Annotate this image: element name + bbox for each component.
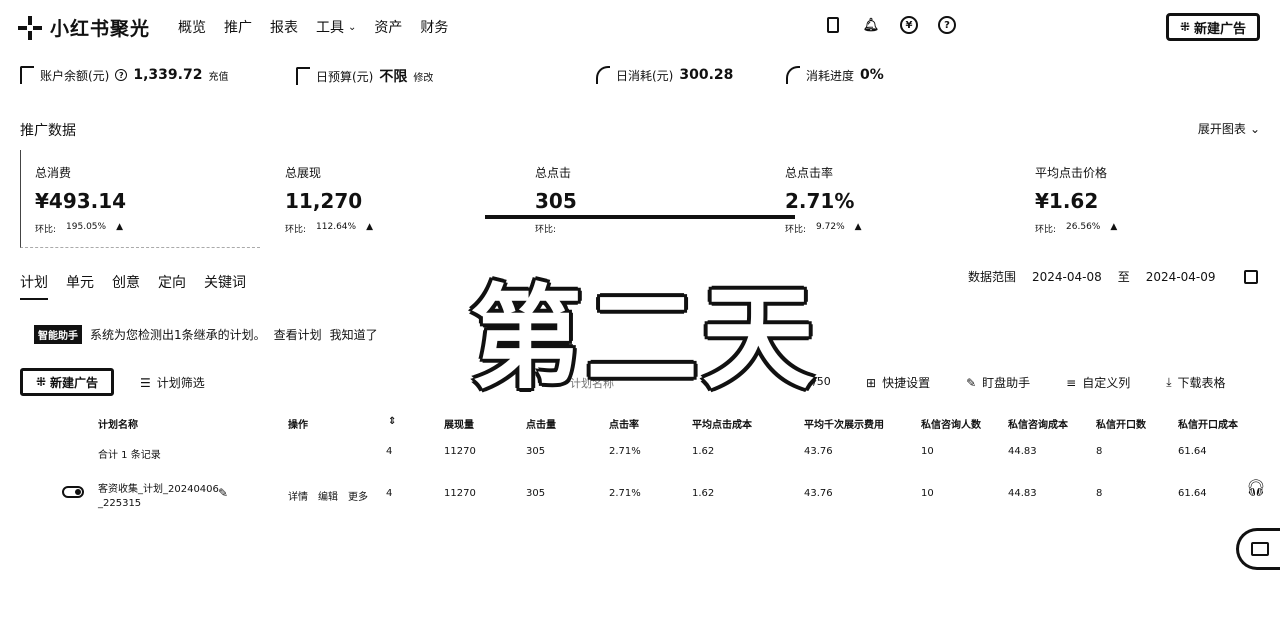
nav-item-overview[interactable]: 概览 bbox=[178, 17, 206, 37]
chevron-down-icon: ⌄ bbox=[1249, 121, 1260, 136]
metric-card-spend[interactable]: 总消费 ¥493.14 环比: 195.05% ▲ bbox=[20, 150, 260, 248]
date-end[interactable]: 2024-04-09 bbox=[1146, 270, 1216, 284]
metric-card-cpc[interactable]: 平均点击价格 ¥1.62 环比: 26.56% ▲ bbox=[1021, 150, 1261, 248]
detail-link[interactable]: 详情 bbox=[288, 488, 308, 503]
grid-icon: ⁜ bbox=[35, 375, 47, 389]
custom-columns-button[interactable]: ≡ 自定义列 bbox=[1066, 374, 1130, 391]
nav-item-tools[interactable]: 工具 ⌄ bbox=[316, 17, 356, 37]
headset-icon[interactable]: 🎧︎ bbox=[1246, 478, 1266, 497]
up-arrow-icon: ▲ bbox=[1110, 222, 1118, 232]
metric-card-impressions[interactable]: 总展现 11,270 环比: 112.64% ▲ bbox=[271, 150, 511, 248]
plan-filter[interactable]: ☰ 计划筛选 bbox=[140, 374, 205, 391]
up-arrow-icon: ▲ bbox=[854, 222, 862, 232]
modify-budget-link[interactable]: 修改 bbox=[413, 69, 433, 84]
tab-creative[interactable]: 创意 bbox=[112, 272, 140, 300]
plan-name[interactable]: 客资收集_计划_20240406 bbox=[98, 480, 219, 495]
budget-value: 不限 bbox=[379, 69, 408, 85]
arc-icon bbox=[786, 66, 800, 84]
assistant-tag: 智能助手 bbox=[34, 325, 82, 344]
col-ctr[interactable]: 点击率 bbox=[609, 416, 639, 431]
col-dm-open-cost[interactable]: 私信开口成本 bbox=[1178, 416, 1238, 431]
top-icon-group: 🔔︎ ¥ ? bbox=[824, 16, 956, 34]
metric-underline bbox=[485, 215, 795, 219]
table-row: 客资收集_计划_20240406 _225315 ✎ 详情 编辑 更多 4 11… bbox=[0, 480, 1280, 510]
edit-link[interactable]: 编辑 bbox=[318, 488, 338, 503]
chevron-down-icon: ⌄ bbox=[348, 21, 357, 33]
app-logo[interactable]: 小红书聚光 bbox=[18, 14, 150, 41]
help-icon[interactable]: ? bbox=[115, 69, 128, 81]
budget-stat: 日预算(元) 不限 修改 bbox=[296, 66, 433, 86]
section-title: 推广数据 bbox=[20, 123, 76, 139]
metric-card-clicks[interactable]: 总点击 305 环比: bbox=[521, 150, 761, 248]
dismiss-link[interactable]: 我知道了 bbox=[330, 326, 378, 343]
level-tabs: 计划 单元 创意 定向 关键词 bbox=[20, 272, 246, 300]
daily-spend-value: 300.28 bbox=[679, 67, 734, 83]
yen-icon[interactable]: ¥ bbox=[900, 16, 918, 34]
bell-icon[interactable]: 🔔︎ bbox=[862, 16, 880, 34]
edit-icon: ✎ bbox=[966, 375, 977, 390]
filter-icon: ☰ bbox=[140, 375, 151, 390]
new-ad-button-secondary[interactable]: ⁜ 新建广告 bbox=[20, 368, 114, 396]
col-dm-cost[interactable]: 私信咨询成本 bbox=[1008, 416, 1068, 431]
date-range[interactable]: 数据范围 2024-04-08 至 2024-04-09 bbox=[968, 268, 1258, 285]
up-arrow-icon: ▲ bbox=[366, 222, 374, 232]
logo-mark-icon bbox=[18, 15, 42, 40]
tab-plan[interactable]: 计划 bbox=[20, 272, 48, 300]
col-actions: 操作 bbox=[288, 420, 308, 431]
message-icon[interactable] bbox=[1236, 528, 1280, 570]
smart-notice: 智能助手 系统为您检测出1条继承的计划。 查看计划 我知道了 bbox=[34, 325, 378, 344]
grid-icon: ⊞ bbox=[866, 375, 877, 390]
nav-item-finance[interactable]: 财务 bbox=[420, 17, 448, 37]
metric-card-ctr[interactable]: 总点击率 2.71% 环比: 9.72% ▲ bbox=[771, 150, 1011, 248]
new-ad-button[interactable]: ⁜ 新建广告 bbox=[1166, 13, 1260, 41]
progress-value: 0% bbox=[860, 67, 884, 83]
grid-icon: ⁜ bbox=[1179, 20, 1191, 34]
sort-icon[interactable]: ⇕ bbox=[388, 416, 396, 427]
progress-stat: 消耗进度 0% bbox=[786, 66, 884, 84]
tab-keyword[interactable]: 关键词 bbox=[204, 272, 246, 300]
view-plan-link[interactable]: 查看计划 bbox=[274, 326, 322, 343]
col-dm-opens[interactable]: 私信开口数 bbox=[1096, 416, 1146, 431]
date-start[interactable]: 2024-04-08 bbox=[1032, 270, 1102, 284]
expand-chart-toggle[interactable]: 展开图表 ⌄ bbox=[1198, 120, 1260, 137]
list-icon: ≡ bbox=[1066, 375, 1077, 390]
nav-item-assets[interactable]: 资产 bbox=[374, 17, 402, 37]
recharge-link[interactable]: 充值 bbox=[208, 68, 228, 83]
overlay-watermark: 第二天 bbox=[470, 274, 818, 404]
edit-name-icon[interactable]: ✎ bbox=[218, 486, 228, 500]
app-name: 小红书聚光 bbox=[50, 18, 151, 40]
col-name[interactable]: 计划名称 bbox=[98, 416, 138, 431]
col-cpc[interactable]: 平均点击成本 bbox=[692, 416, 752, 431]
help-icon[interactable]: ? bbox=[938, 16, 956, 34]
download-table-button[interactable]: ⤓ 下载表格 bbox=[1166, 374, 1225, 391]
arc-icon bbox=[596, 66, 610, 84]
corner-icon bbox=[296, 67, 310, 85]
table-row-total: 合计 1 条记录 4 11270 305 2.71% 1.62 43.76 10… bbox=[98, 446, 1207, 461]
tab-targeting[interactable]: 定向 bbox=[158, 272, 186, 300]
nav-item-promotion[interactable]: 推广 bbox=[224, 17, 252, 37]
col-dm-users[interactable]: 私信咨询人数 bbox=[921, 416, 981, 431]
balance-value: 1,339.72 bbox=[133, 67, 203, 83]
col-impressions[interactable]: 展现量 bbox=[444, 416, 474, 431]
table-tools: ⊞ 快捷设置 ✎ 盯盘助手 ≡ 自定义列 ⤓ 下载表格 bbox=[866, 374, 1226, 391]
nav-item-reports[interactable]: 报表 bbox=[270, 17, 298, 37]
monitor-assistant-button[interactable]: ✎ 盯盘助手 bbox=[966, 374, 1030, 391]
col-cpm[interactable]: 平均千次展示费用 bbox=[804, 416, 884, 431]
corner-icon bbox=[20, 66, 34, 84]
calendar-icon[interactable] bbox=[1243, 269, 1258, 284]
daily-spend-stat: 日消耗(元) 300.28 bbox=[596, 66, 733, 84]
balance-stat: 账户余额(元) ? 1,339.72 充值 bbox=[20, 66, 228, 84]
more-link[interactable]: 更多 bbox=[348, 488, 368, 503]
up-arrow-icon: ▲ bbox=[116, 222, 124, 232]
col-clicks[interactable]: 点击量 bbox=[526, 416, 556, 431]
quick-settings-button[interactable]: ⊞ 快捷设置 bbox=[866, 374, 930, 391]
tablet-icon[interactable] bbox=[824, 16, 842, 34]
top-nav: 概览 推广 报表 工具 ⌄ 资产 财务 bbox=[178, 17, 448, 37]
download-icon: ⤓ bbox=[1166, 375, 1172, 389]
tab-unit[interactable]: 单元 bbox=[66, 272, 94, 300]
